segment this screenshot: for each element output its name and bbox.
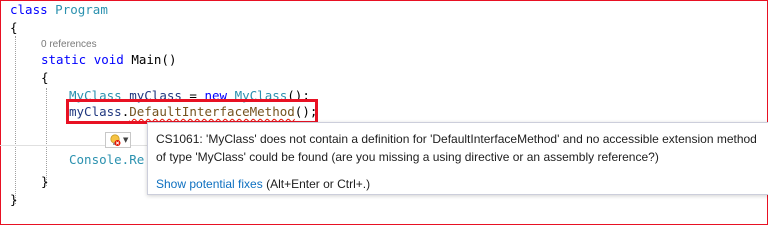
error-message-line-2: of type 'MyClass' could be found (are yo… [156, 150, 659, 164]
keyword-class: class [10, 2, 48, 17]
error-tooltip: CS1061: 'MyClass' does not contain a def… [147, 122, 768, 195]
brace: } [10, 192, 18, 207]
method-main: Main() [131, 52, 177, 67]
quick-actions-button[interactable]: ▼ [105, 132, 131, 148]
code-line-close-brace-outer: } [10, 191, 18, 209]
console-partial: Console.Re [69, 152, 145, 167]
indent-guide-outer [15, 36, 16, 204]
code-line-open-brace-outer: { [10, 19, 18, 37]
indent-guide-inner [46, 88, 47, 186]
brace: } [41, 174, 49, 189]
chevron-down-icon[interactable]: ▼ [123, 134, 128, 147]
codelens-references[interactable]: 0 references [41, 38, 97, 52]
code-line-main-signature: static void Main() [41, 51, 176, 69]
show-potential-fixes-link[interactable]: Show potential fixes [156, 177, 263, 191]
class-name: Program [55, 2, 108, 17]
error-message-line-1: CS1061: 'MyClass' does not contain a def… [156, 132, 757, 146]
code-line-open-brace-inner: { [41, 69, 49, 87]
lightbulb-error-icon [110, 134, 121, 146]
code-line-class: class Program [10, 1, 108, 19]
error-highlight-box [66, 99, 318, 124]
keyword-static: static [41, 52, 87, 67]
shortcut-hint: (Alt+Enter or Ctrl+.) [262, 177, 371, 191]
brace: { [10, 20, 18, 35]
potential-fixes-row: Show potential fixes (Alt+Enter or Ctrl+… [156, 177, 370, 191]
code-line-close-brace-inner: } [41, 173, 49, 191]
error-message: CS1061: 'MyClass' does not contain a def… [156, 130, 768, 166]
brace: { [41, 70, 49, 85]
code-line-console: Console.Re [69, 151, 144, 169]
keyword-void: void [93, 52, 124, 67]
